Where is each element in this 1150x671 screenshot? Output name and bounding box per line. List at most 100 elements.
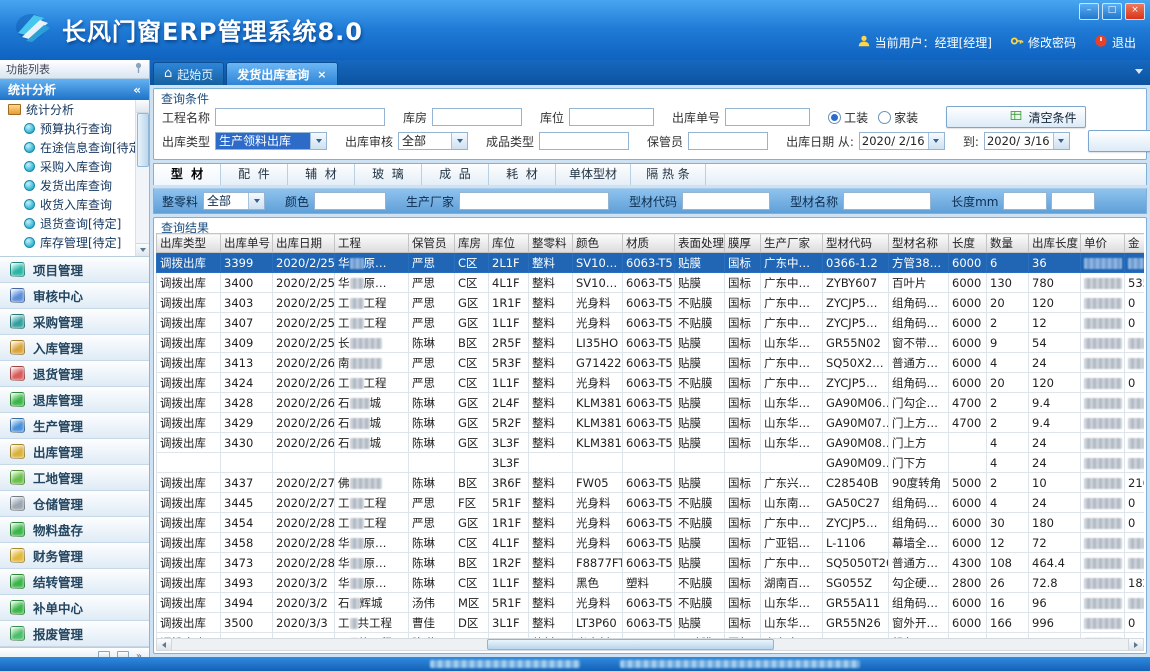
tree-item[interactable]: 发货出库查询: [0, 176, 136, 195]
table-row[interactable]: 调拨出库34932020/3/2华原…陈琳C区1L1F整料黑色塑料不贴膜国标湖南…: [157, 573, 1145, 593]
tree-item[interactable]: 采购入库查询: [0, 157, 136, 176]
column-header[interactable]: 出库单号: [221, 234, 273, 253]
sidebar-module[interactable]: 退货管理: [0, 361, 149, 387]
column-header[interactable]: 整零料: [529, 234, 573, 253]
column-header[interactable]: 金: [1125, 234, 1145, 253]
column-header[interactable]: 保管员: [409, 234, 455, 253]
table-row[interactable]: 调拨出库34002020/2/25华原…严思C区4L1F整料SV10…6063-…: [157, 273, 1145, 293]
location-input[interactable]: [569, 108, 654, 126]
tree-item-root[interactable]: 统计分析: [0, 100, 136, 119]
scroll-right-icon[interactable]: [1128, 639, 1143, 650]
profile-code-input[interactable]: [682, 192, 770, 210]
sidebar-module[interactable]: 出库管理: [0, 439, 149, 465]
table-row[interactable]: 调拨出库34282020/2/26石城陈琳G区2L4F整料KLM38176063…: [157, 393, 1145, 413]
horizontal-scrollbar[interactable]: [156, 638, 1144, 651]
tree-item[interactable]: 在途信息查询[待定]: [0, 138, 136, 157]
pin-icon[interactable]: [134, 62, 143, 76]
whole-piece-select[interactable]: 全部: [203, 192, 265, 210]
material-tab[interactable]: 单体型材: [556, 164, 631, 185]
sidebar-module[interactable]: 采购管理: [0, 309, 149, 335]
table-row[interactable]: 3L3FGA90M09…门下方424: [157, 453, 1145, 473]
column-header[interactable]: 出库日期: [273, 234, 335, 253]
column-header[interactable]: 生产厂家: [761, 234, 823, 253]
material-tab[interactable]: 型 材: [154, 164, 221, 185]
material-tab[interactable]: 隔 热 条: [631, 164, 706, 185]
project-name-input[interactable]: [215, 108, 385, 126]
scrollbar-thumb[interactable]: [137, 113, 149, 167]
column-header[interactable]: 出库类型: [157, 234, 221, 253]
table-row[interactable]: 调拨出库34032020/2/25工工程严思G区1R1F整料光身料6063-T5…: [157, 293, 1145, 313]
table-row[interactable]: 调拨出库34542020/2/28工工程严思G区1R1F整料光身料6063-T5…: [157, 513, 1145, 533]
color-input[interactable]: [314, 192, 386, 210]
length-min-input[interactable]: [1003, 192, 1047, 210]
sidebar-module[interactable]: 仓储管理: [0, 491, 149, 517]
table-row[interactable]: 调拨出库34242020/2/26工工程严思C区1L1F整料光身料6063-T5…: [157, 373, 1145, 393]
sidebar-module[interactable]: 物料盘存: [0, 517, 149, 543]
sidebar-module[interactable]: 生产管理: [0, 413, 149, 439]
table-row[interactable]: 调拨出库34302020/2/26石城陈琳G区3L3F整料KLM38176063…: [157, 433, 1145, 453]
scrollbar-track[interactable]: [172, 639, 1128, 650]
date-from-input[interactable]: 2020/ 2/16: [859, 132, 945, 150]
column-header[interactable]: 材质: [623, 234, 675, 253]
table-row[interactable]: 调拨出库34292020/2/26石城陈琳G区5R2F整料KLM38176063…: [157, 413, 1145, 433]
radio-gongzhuang[interactable]: [828, 111, 841, 124]
material-tab[interactable]: 辅 材: [288, 164, 355, 185]
column-header[interactable]: 颜色: [573, 234, 623, 253]
column-header[interactable]: 出库长度: [1029, 234, 1081, 253]
column-header[interactable]: 库房: [455, 234, 489, 253]
sidebar-module[interactable]: 入库管理: [0, 335, 149, 361]
scrollbar-thumb[interactable]: [487, 639, 774, 650]
sidebar-module[interactable]: 结转管理: [0, 569, 149, 595]
column-header[interactable]: 型材代码: [823, 234, 889, 253]
tree-item[interactable]: 退货查询[待定]: [0, 214, 136, 233]
outbound-audit-select[interactable]: 全部: [398, 132, 468, 150]
sidebar-module[interactable]: 补单中心: [0, 595, 149, 621]
table-row[interactable]: 调拨出库34132020/2/26南严思C区5R3F整料G714226063-T…: [157, 353, 1145, 373]
tree-item[interactable]: 预算执行查询: [0, 119, 136, 138]
column-header[interactable]: 数量: [987, 234, 1029, 253]
search-button[interactable]: 查 询: [1088, 130, 1150, 152]
column-header[interactable]: 表面处理: [675, 234, 725, 253]
clear-conditions-button[interactable]: 清空条件: [946, 106, 1086, 128]
radio-jiazhuang[interactable]: [878, 111, 891, 124]
material-tab[interactable]: 耗 材: [489, 164, 556, 185]
maximize-button[interactable]: □: [1102, 3, 1122, 20]
table-row[interactable]: 调拨出库34452020/2/27工工程严思F区5R1F整料光身料6063-T5…: [157, 493, 1145, 513]
material-tab[interactable]: 配 件: [221, 164, 288, 185]
scroll-down-icon[interactable]: [136, 243, 149, 256]
collapse-icon[interactable]: «: [133, 83, 141, 97]
column-header[interactable]: 长度: [949, 234, 987, 253]
sidebar-module[interactable]: 工地管理: [0, 465, 149, 491]
sidebar-module[interactable]: 退库管理: [0, 387, 149, 413]
scroll-up-icon[interactable]: [136, 100, 149, 113]
tab-shipping-outbound-query[interactable]: 发货出库查询 ×: [226, 62, 337, 85]
tree-scrollbar[interactable]: [135, 100, 149, 256]
table-row[interactable]: 调拨出库34732020/2/28华原…陈琳B区1R2F整料F8877FT606…: [157, 553, 1145, 573]
logout-button[interactable]: 退出: [1094, 34, 1136, 51]
column-header[interactable]: 单价: [1081, 234, 1125, 253]
table-row[interactable]: 调拨出库34582020/2/28华原…陈琳C区4L1F整料光身料6063-T5…: [157, 533, 1145, 553]
column-header[interactable]: 型材名称: [889, 234, 949, 253]
outbound-type-select[interactable]: 生产领料出库: [215, 132, 327, 150]
date-to-input[interactable]: 2020/ 3/16: [984, 132, 1070, 150]
product-type-input[interactable]: [539, 132, 629, 150]
material-tab[interactable]: 玻 璃: [355, 164, 422, 185]
tab-start-page[interactable]: ⌂ 起始页: [153, 62, 224, 85]
manufacturer-input[interactable]: [459, 192, 609, 210]
length-max-input[interactable]: [1051, 192, 1095, 210]
profile-name-input[interactable]: [843, 192, 931, 210]
material-tab[interactable]: 成 品: [422, 164, 489, 185]
tree-item[interactable]: 库存管理[待定]: [0, 233, 136, 252]
table-row[interactable]: 调拨出库33992020/2/25华原…严思C区2L1F整料SV10…6063-…: [157, 253, 1145, 273]
table-row[interactable]: 调拨出库34942020/3/2石辉城汤伟M区5R1F整料光身料6063-T5不…: [157, 593, 1145, 613]
table-row[interactable]: 调拨出库34072020/2/25工工程严思G区1L1F整料光身料6063-T5…: [157, 313, 1145, 333]
close-tab-icon[interactable]: ×: [317, 68, 326, 81]
warehouse-input[interactable]: [432, 108, 522, 126]
sidebar-module[interactable]: 报废管理: [0, 621, 149, 647]
keeper-input[interactable]: [688, 132, 768, 150]
order-no-input[interactable]: [725, 108, 810, 126]
sidebar-module[interactable]: 项目管理: [0, 257, 149, 283]
table-row[interactable]: 调拨出库34092020/2/25长陈琳B区2R5F整料LI35HO6063-T…: [157, 333, 1145, 353]
sidebar-module[interactable]: 审核中心: [0, 283, 149, 309]
minimize-button[interactable]: –: [1079, 3, 1099, 20]
